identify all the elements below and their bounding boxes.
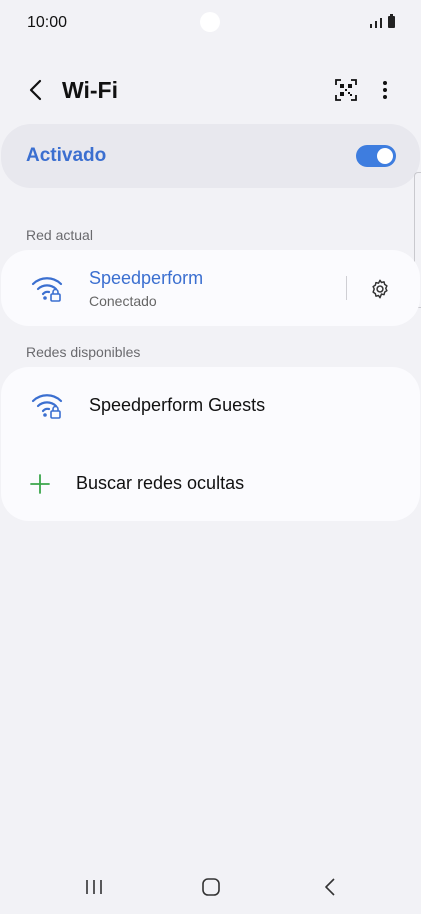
- gear-icon: [372, 279, 388, 299]
- plus-icon: [30, 474, 50, 494]
- wifi-lock-icon: [31, 277, 63, 302]
- wifi-toggle[interactable]: [356, 145, 396, 167]
- more-options-button[interactable]: [370, 74, 400, 106]
- chevron-left-icon: [29, 79, 42, 101]
- back-icon: [325, 878, 335, 896]
- signal-battery-icons: [370, 14, 395, 28]
- home-icon: [202, 878, 220, 896]
- network-list-item[interactable]: Speedperform Guests: [1, 367, 420, 445]
- signal-icon: [370, 24, 372, 28]
- current-network-name: Speedperform: [89, 268, 204, 288]
- home-button[interactable]: [191, 872, 231, 902]
- status-bar: 10:00: [0, 0, 421, 44]
- status-time: 10:00: [27, 14, 68, 31]
- signal-bar: [380, 18, 382, 28]
- camera-cutout: [200, 12, 220, 32]
- more-vertical-icon: [383, 81, 387, 99]
- wifi-master-switch[interactable]: Activado: [1, 124, 420, 188]
- system-nav-bar: [0, 866, 421, 914]
- qr-code-button[interactable]: [330, 74, 362, 106]
- nav-back-button[interactable]: [310, 872, 350, 902]
- qr-code-scan-icon: [335, 79, 357, 101]
- back-button[interactable]: [20, 74, 52, 106]
- current-network-card: Speedperform Conectado: [1, 250, 420, 326]
- app-bar: Wi-Fi: [0, 64, 421, 116]
- current-network-row[interactable]: Speedperform Conectado: [1, 250, 341, 326]
- current-network-status: Conectado: [89, 293, 157, 309]
- recents-button[interactable]: [74, 872, 114, 902]
- signal-bar: [375, 21, 377, 28]
- current-network-section-label: Red actual: [26, 227, 93, 243]
- wifi-lock-icon: [31, 394, 63, 419]
- available-networks-card: Speedperform Guests Buscar redes ocultas: [1, 367, 420, 521]
- available-networks-section-label: Redes disponibles: [26, 344, 141, 360]
- network-settings-button[interactable]: [363, 272, 397, 306]
- toggle-knob: [377, 148, 393, 164]
- network-name: Speedperform Guests: [89, 395, 266, 415]
- divider: [346, 276, 347, 300]
- master-switch-label: Activado: [26, 145, 107, 166]
- add-hidden-network-label: Buscar redes ocultas: [76, 473, 245, 493]
- recents-icon: [86, 880, 102, 894]
- battery-icon: [388, 14, 395, 28]
- add-hidden-network-button[interactable]: Buscar redes ocultas: [1, 445, 420, 521]
- page-title: Wi-Fi: [62, 77, 118, 103]
